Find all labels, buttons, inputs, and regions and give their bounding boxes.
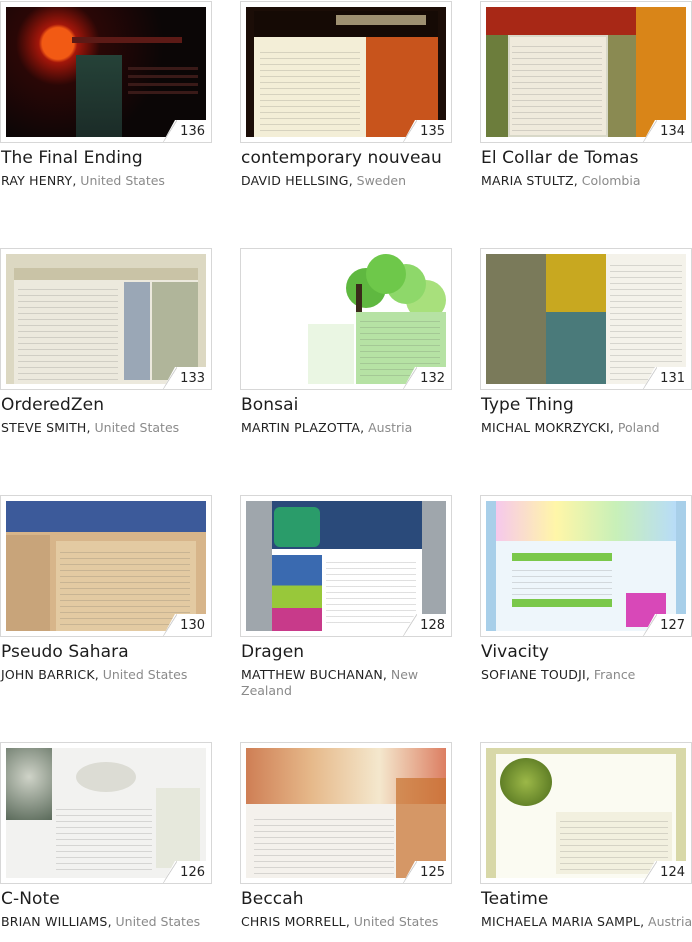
design-country: United States [80,173,165,188]
design-author[interactable]: CHRIS MORRELL [241,914,346,929]
design-country: Austria [648,914,692,929]
design-country: Sweden [356,173,407,188]
design-thumbnail[interactable] [6,501,206,631]
design-country: France [593,667,636,682]
design-byline: SOFIANE TOUDJI, France [481,667,636,682]
design-thumbnail[interactable] [246,7,446,137]
design-byline: MICHAELA MARIA SAMPL, Austria [481,914,692,929]
design-thumbnail-frame[interactable]: 126 [0,742,212,884]
design-thumbnail[interactable] [246,501,446,631]
design-thumbnail[interactable] [246,748,446,878]
design-author[interactable]: MATTHEW BUCHANAN [241,667,383,682]
design-thumbnail-frame[interactable]: 130 [0,495,212,637]
design-country: Austria [368,420,413,435]
design-thumbnail-frame[interactable]: 131 [480,248,692,390]
design-title[interactable]: OrderedZen [1,395,104,415]
design-author[interactable]: SOFIANE TOUDJI [481,667,586,682]
design-byline: MARIA STULTZ, Colombia [481,173,641,188]
design-country: United States [353,914,439,929]
design-country: United States [102,667,188,682]
design-author[interactable]: DAVID HELLSING [241,173,349,188]
design-thumbnail-frame[interactable]: 124 [480,742,692,884]
design-byline: DAVID HELLSING, Sweden [241,173,407,188]
design-title[interactable]: Bonsai [241,395,298,415]
design-author[interactable]: STEVE SMITH [1,420,87,435]
design-byline: CHRIS MORRELL, United States [241,914,439,929]
design-thumbnail-frame[interactable]: 128 [240,495,452,637]
design-thumbnail[interactable] [6,254,206,384]
design-thumbnail[interactable] [6,7,206,137]
design-thumbnail-frame[interactable]: 135 [240,1,452,143]
design-author[interactable]: MICHAL MOKRZYCKI [481,420,610,435]
design-thumbnail[interactable] [486,254,686,384]
design-byline: MICHAL MOKRZYCKI, Poland [481,420,660,435]
design-title[interactable]: contemporary nouveau [241,148,442,168]
design-byline: MARTIN PLAZOTTA, Austria [241,420,413,435]
design-country: Colombia [581,173,641,188]
design-thumbnail[interactable] [246,254,446,384]
design-title[interactable]: Beccah [241,889,304,909]
design-title[interactable]: Pseudo Sahara [1,642,129,662]
design-title[interactable]: C-Note [1,889,60,909]
design-thumbnail-frame[interactable]: 125 [240,742,452,884]
design-title[interactable]: El Collar de Tomas [481,148,639,168]
design-title[interactable]: Type Thing [481,395,574,415]
design-author[interactable]: BRIAN WILLIAMS [1,914,108,929]
design-gallery: 136 The Final Ending RAY HENRY, United S… [0,0,692,942]
design-country: Poland [617,420,660,435]
design-title[interactable]: Teatime [481,889,548,909]
design-country: United States [115,914,201,929]
design-thumbnail-frame[interactable]: 133 [0,248,212,390]
design-thumbnail-frame[interactable]: 132 [240,248,452,390]
design-thumbnail-frame[interactable]: 136 [0,1,212,143]
design-byline: MATTHEW BUCHANAN, New Zealand [241,667,419,698]
design-thumbnail-frame[interactable]: 134 [480,1,692,143]
design-thumbnail[interactable] [486,501,686,631]
design-author[interactable]: MICHAELA MARIA SAMPL [481,914,640,929]
design-byline: BRIAN WILLIAMS, United States [1,914,201,929]
design-thumbnail-frame[interactable]: 127 [480,495,692,637]
design-author[interactable]: JOHN BARRICK [1,667,95,682]
design-author[interactable]: MARIA STULTZ [481,173,574,188]
design-author[interactable]: RAY HENRY [1,173,72,188]
design-byline: JOHN BARRICK, United States [1,667,188,682]
design-thumbnail[interactable] [486,7,686,137]
design-title[interactable]: Dragen [241,642,304,662]
design-byline: STEVE SMITH, United States [1,420,180,435]
design-byline: RAY HENRY, United States [1,173,165,188]
design-author[interactable]: MARTIN PLAZOTTA [241,420,360,435]
design-thumbnail[interactable] [486,748,686,878]
design-title[interactable]: The Final Ending [1,148,143,168]
design-title[interactable]: Vivacity [481,642,549,662]
design-thumbnail[interactable] [6,748,206,878]
design-country: United States [94,420,180,435]
